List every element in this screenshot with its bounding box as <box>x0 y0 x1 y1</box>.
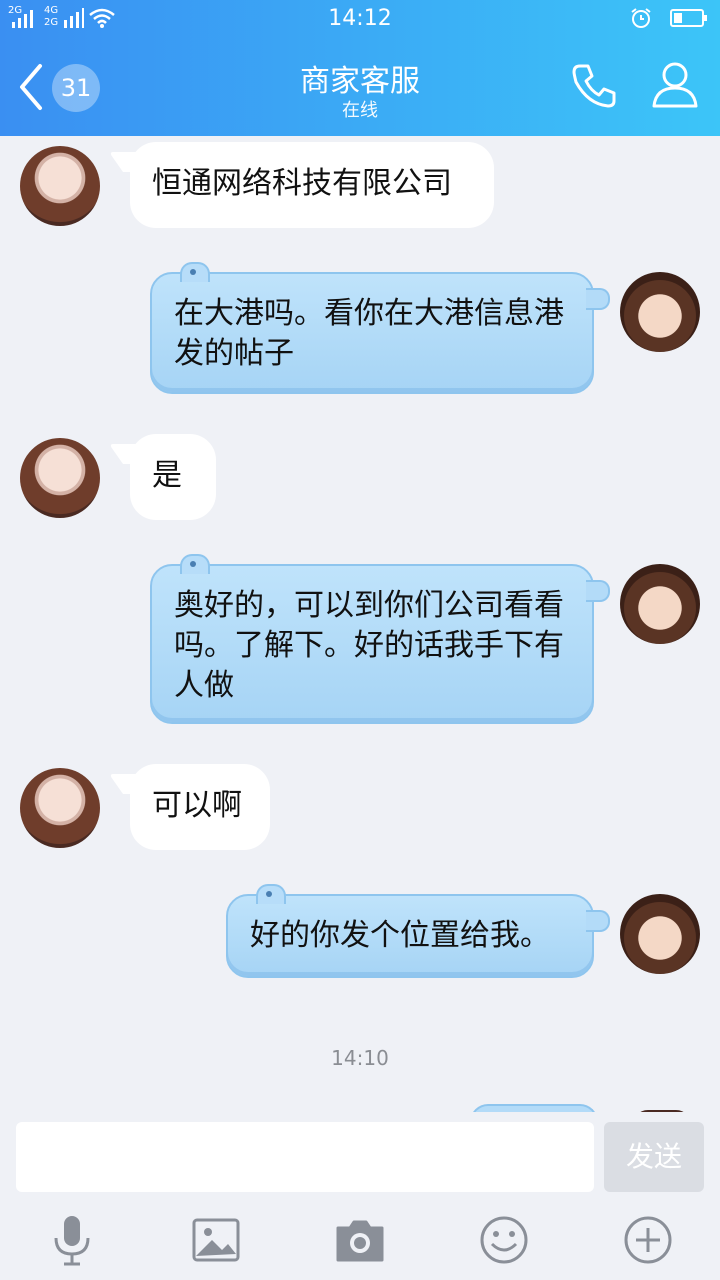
message-text: 在大港吗。看你在大港信息港发的帖子 <box>174 296 564 371</box>
contact-avatar[interactable] <box>20 146 100 226</box>
battery-icon <box>670 9 707 27</box>
alarm-icon <box>631 8 651 28</box>
camera-icon[interactable] <box>332 1212 388 1268</box>
message-text: 是 <box>152 458 182 493</box>
image-icon[interactable] <box>188 1212 244 1268</box>
message-input[interactable] <box>16 1122 594 1192</box>
emoji-icon[interactable] <box>476 1212 532 1268</box>
bubble-tail <box>586 288 610 310</box>
message-text: 奥好的，可以到你们公司看看吗。了解下。好的话我手下有人做 <box>174 588 564 703</box>
app-header: 2G 4G 2G 14:12 31 商家客服 在线 <box>0 0 720 136</box>
self-avatar[interactable] <box>620 564 700 644</box>
outgoing-message-bubble[interactable]: 奥好的，可以到你们公司看看吗。了解下。好的话我手下有人做 <box>150 554 610 724</box>
profile-person-icon[interactable] <box>648 58 702 112</box>
self-avatar[interactable] <box>620 272 700 352</box>
incoming-message-bubble[interactable]: 可以啊 <box>130 764 270 850</box>
contact-avatar[interactable] <box>20 438 100 518</box>
message-text: 可以啊 <box>152 788 242 823</box>
message-text: 好的你发个位置给我。 <box>250 918 550 953</box>
plus-icon[interactable] <box>620 1212 676 1268</box>
bubble-tail <box>586 580 610 602</box>
bubble-decoration <box>180 262 210 282</box>
message-text: 恒通网络科技有限公司 <box>152 166 452 201</box>
incoming-message-bubble[interactable]: 恒通网络科技有限公司 <box>130 142 494 228</box>
phone-call-icon[interactable] <box>568 60 620 112</box>
outgoing-message-bubble[interactable]: 在大港吗。看你在大港信息港发的帖子 <box>150 262 610 394</box>
bubble-decoration <box>180 554 210 574</box>
message-timestamp: 14:10 <box>331 1046 389 1070</box>
incoming-message-bubble[interactable]: 是 <box>130 434 216 520</box>
outgoing-message-bubble[interactable]: 好的你发个位置给我。 <box>226 884 610 978</box>
contact-avatar[interactable] <box>20 768 100 848</box>
bubble-tail <box>586 910 610 932</box>
microphone-icon[interactable] <box>44 1212 100 1268</box>
bubble-decoration <box>256 884 286 904</box>
clock-time: 14:12 <box>328 6 392 31</box>
status-bar: 2G 4G 2G 14:12 <box>0 0 720 36</box>
self-avatar[interactable] <box>620 894 700 974</box>
send-button[interactable]: 发送 <box>604 1122 704 1192</box>
